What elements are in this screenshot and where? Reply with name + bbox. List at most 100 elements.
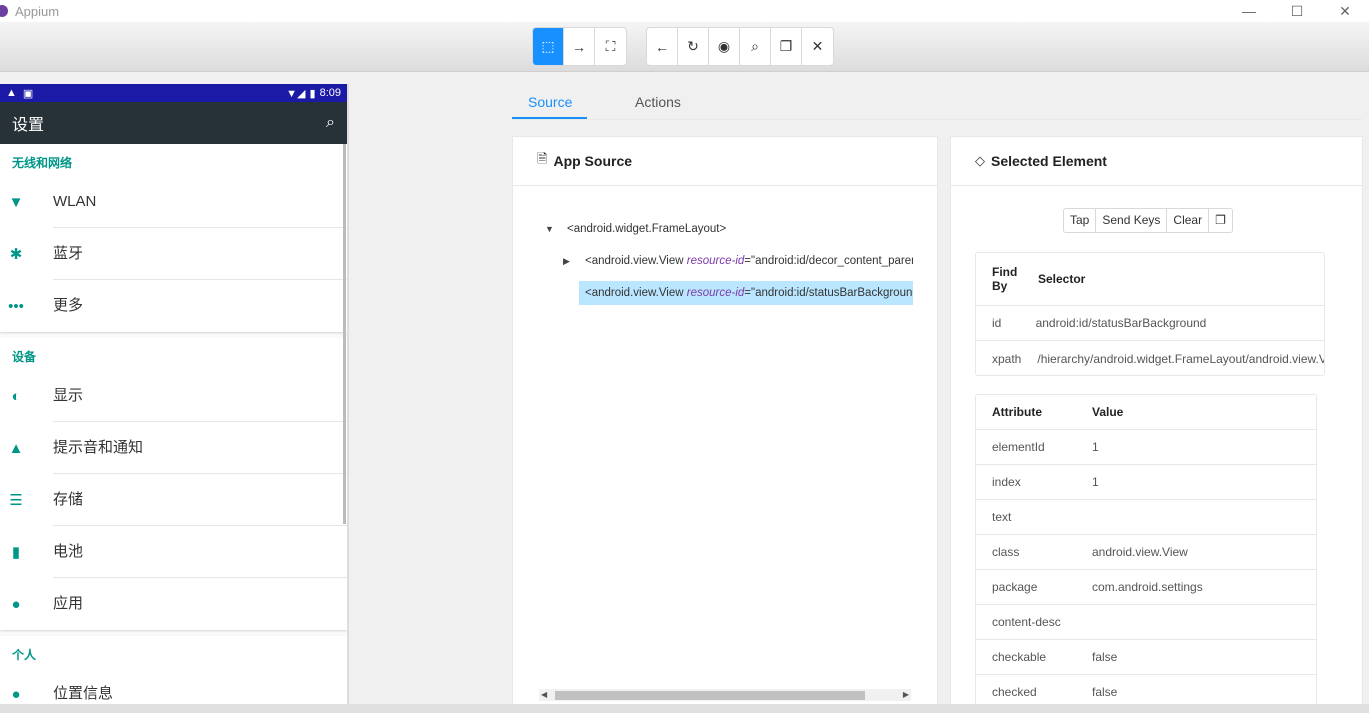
expand-arrow-icon[interactable]: ▶ bbox=[563, 249, 570, 273]
tree-node-value: ="android:id/statusBarBackground"> bbox=[744, 287, 913, 299]
android-app-bar[interactable]: 设置 ⌕ bbox=[0, 102, 347, 144]
tree-node-tag: <android.widget.FrameLayout> bbox=[567, 223, 727, 235]
setting-item[interactable]: ● 位置信息 bbox=[0, 668, 347, 704]
attribute-row: class android.view.View bbox=[976, 535, 1316, 570]
wifi-icon: ▼ bbox=[8, 193, 24, 211]
attribute-name: content-desc bbox=[992, 615, 1061, 629]
bluetooth-icon: ✱ bbox=[9, 246, 23, 263]
search-icon[interactable]: ⌕ bbox=[740, 28, 771, 65]
refresh-icon[interactable]: ↻ bbox=[678, 28, 709, 65]
scroll-left-icon[interactable]: ◀ bbox=[541, 689, 547, 701]
tree-node-attr: resource-id bbox=[686, 255, 745, 267]
inspector-tabs: Source Actions bbox=[512, 86, 1362, 120]
tree-node-tag: <android.view.View bbox=[585, 287, 687, 299]
selected-element-title: Selected Element bbox=[991, 153, 1107, 169]
setting-item[interactable]: ••• 更多 bbox=[0, 280, 347, 332]
attribute-name: package bbox=[992, 580, 1038, 594]
maximize-button[interactable]: ☐ bbox=[1273, 0, 1321, 22]
signal-icon: ▼◢ bbox=[286, 87, 306, 100]
back-icon[interactable]: ← bbox=[647, 28, 678, 65]
setting-item[interactable]: ▮ 电池 bbox=[0, 526, 347, 578]
tree-horizontal-scrollbar[interactable]: ◀ ▶ bbox=[539, 689, 911, 701]
attribute-value: 1 bbox=[1092, 475, 1099, 489]
attribute-value: com.android.settings bbox=[1092, 580, 1203, 594]
tab-actions[interactable]: Actions bbox=[635, 94, 681, 110]
find-by-row[interactable]: id android:id/statusBarBackground bbox=[976, 306, 1324, 341]
attribute-row: text bbox=[976, 500, 1316, 535]
attribute-row: index 1 bbox=[976, 465, 1316, 500]
value-header: Value bbox=[1092, 405, 1124, 419]
selected-element-card: ◇ Selected Element Tap Send Keys Clear ❐… bbox=[950, 136, 1363, 713]
find-by-header: Find By bbox=[992, 265, 1018, 293]
attribute-value: 1 bbox=[1092, 440, 1099, 454]
copy-icon[interactable]: ❐ bbox=[771, 28, 802, 65]
device-screenshot[interactable]: ▲ ▣ ▼◢ ▮ 8:09 设置 ⌕ 无线和网络 ▼ WLAN ✱ 蓝牙 ••• 更多设备 ◐… bbox=[0, 84, 349, 704]
copy-attributes-icon[interactable]: ❐ bbox=[1209, 209, 1232, 232]
selector-value[interactable]: android:id/statusBarBackground bbox=[1020, 306, 1324, 340]
setting-item[interactable]: ✱ 蓝牙 bbox=[0, 228, 347, 280]
setting-item[interactable]: ◐ 显示 bbox=[0, 370, 347, 422]
setting-label: 应用 bbox=[53, 595, 84, 612]
app-source-card: 🗎 App Source ▼ <android.widget.FrameLayou… bbox=[512, 136, 938, 706]
tree-node[interactable]: <android.view.View resource-id="android:… bbox=[585, 249, 913, 273]
tab-source[interactable]: Source bbox=[528, 94, 572, 110]
appbar-title: 设置 bbox=[12, 117, 45, 134]
attributes-table: Attribute Value elementId 1 index 1 text clas… bbox=[975, 394, 1317, 713]
settings-section: 无线和网络 ▼ WLAN ✱ 蓝牙 ••• 更多 bbox=[0, 144, 347, 332]
more-icon: ••• bbox=[8, 297, 24, 315]
section-header: 无线和网络 bbox=[12, 156, 73, 170]
selector-value[interactable]: /hierarchy/android.widget.FrameLayout/an… bbox=[1021, 341, 1324, 375]
tag-icon: ◇ bbox=[975, 153, 985, 168]
attribute-row: elementId 1 bbox=[976, 430, 1316, 465]
tap-button[interactable]: Tap bbox=[1064, 209, 1097, 232]
notification-icon: ▣ bbox=[22, 87, 34, 100]
setting-label: 存储 bbox=[53, 474, 347, 526]
minimize-button[interactable]: — bbox=[1225, 0, 1273, 22]
send-keys-button[interactable]: Send Keys bbox=[1096, 209, 1168, 232]
source-tree: ▼ <android.widget.FrameLayout> ▶ <android.v… bbox=[513, 187, 937, 687]
active-tab-indicator bbox=[512, 117, 587, 119]
clear-button[interactable]: Clear bbox=[1167, 209, 1210, 232]
find-by-row[interactable]: xpath/hierarchy/android.widget.FrameLayo… bbox=[976, 341, 1324, 375]
section-header: 设备 bbox=[12, 350, 37, 364]
file-icon: 🗎 bbox=[537, 151, 548, 166]
attribute-name: class bbox=[992, 545, 1020, 559]
tap-by-coordinates-icon[interactable]: ⛶ bbox=[595, 28, 626, 65]
find-strategy: id bbox=[992, 316, 1002, 330]
search-icon[interactable]: ⌕ bbox=[326, 114, 335, 132]
android-status-bar[interactable]: ▲ ▣ ▼◢ ▮ 8:09 bbox=[0, 84, 347, 102]
battery-status-icon: ▮ bbox=[309, 87, 316, 100]
setting-label: 更多 bbox=[53, 297, 84, 314]
close-window-button[interactable]: ✕ bbox=[1321, 0, 1369, 22]
collapse-arrow-icon[interactable]: ▼ bbox=[545, 217, 554, 241]
setting-label: 电池 bbox=[53, 526, 347, 578]
tree-node[interactable]: <android.widget.FrameLayout> bbox=[567, 217, 913, 241]
window-titlebar: Appium — ☐ ✕ bbox=[0, 0, 1369, 22]
attribute-name: checkable bbox=[992, 650, 1047, 664]
swipe-by-coordinates-icon[interactable]: → bbox=[564, 28, 595, 65]
selector-header: Selector bbox=[1038, 272, 1086, 286]
attribute-row: checkable false bbox=[976, 640, 1316, 675]
setting-label: 提示音和通知 bbox=[53, 422, 347, 474]
close-icon[interactable]: ✕ bbox=[802, 28, 833, 65]
attribute-row: content-desc bbox=[976, 605, 1316, 640]
setting-item[interactable]: ☰ 存储 bbox=[0, 474, 347, 526]
window-title: Appium bbox=[15, 3, 60, 19]
setting-item[interactable]: ▲ 提示音和通知 bbox=[0, 422, 347, 474]
eye-icon[interactable]: ◉ bbox=[709, 28, 740, 65]
settings-section: 设备 ◐ 显示 ▲ 提示音和通知 ☰ 存储 ▮ 电池 ● 应用 bbox=[0, 338, 347, 630]
select-elements-icon[interactable]: ⬚ bbox=[533, 28, 564, 65]
attribute-value bbox=[1076, 500, 1316, 534]
tree-node-tag: <android.view.View bbox=[585, 255, 687, 267]
setting-item[interactable]: ▼ WLAN bbox=[0, 176, 347, 228]
setting-label: 蓝牙 bbox=[53, 228, 347, 280]
setting-item[interactable]: ● 应用 bbox=[0, 578, 347, 630]
attribute-header: Attribute bbox=[992, 405, 1042, 419]
scroll-right-icon[interactable]: ▶ bbox=[903, 689, 909, 701]
setting-label: WLAN bbox=[53, 176, 347, 228]
attribute-value: false bbox=[1092, 650, 1118, 664]
battery-icon: ▮ bbox=[11, 544, 21, 561]
scrollbar-thumb[interactable] bbox=[555, 691, 865, 700]
tree-node[interactable]: <android.view.View resource-id="android:… bbox=[579, 281, 913, 305]
find-strategy: xpath bbox=[992, 351, 1022, 366]
